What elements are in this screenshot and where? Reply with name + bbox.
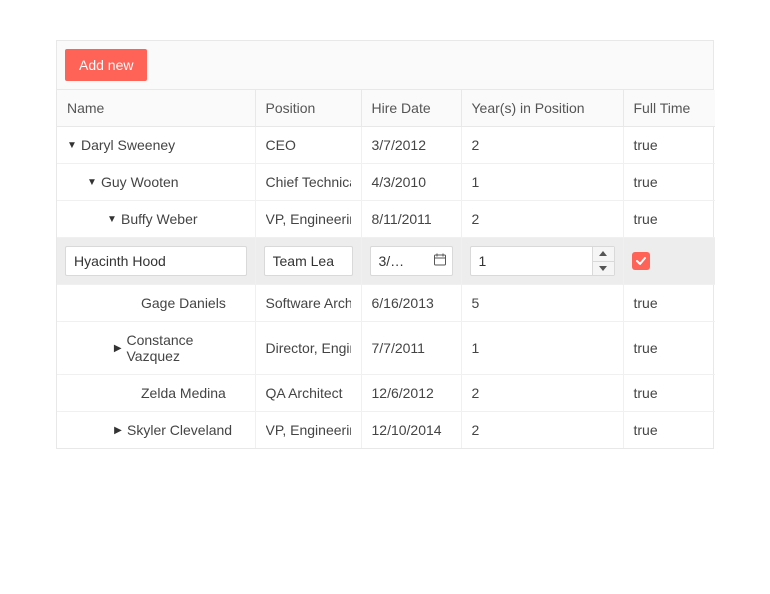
table-row[interactable]: ▼ Guy Wooten Chief Technical Officer 4/3/… xyxy=(57,164,715,201)
cell-hire-date: 12/10/2014 xyxy=(361,412,461,449)
cell-years: 5 xyxy=(461,285,623,322)
cell-years: 1 xyxy=(461,322,623,375)
collapse-icon[interactable]: ▼ xyxy=(67,140,77,151)
cell-full-time: true xyxy=(623,164,715,201)
cell-full-time: true xyxy=(623,285,715,322)
cell-name: Zelda Medina xyxy=(141,385,226,401)
cell-name: Guy Wooten xyxy=(101,174,179,190)
header-name[interactable]: Name xyxy=(57,90,255,127)
cell-name: Buffy Weber xyxy=(121,211,198,227)
cell-hire-date: 8/11/2011 xyxy=(361,201,461,238)
cell-full-time: true xyxy=(623,322,715,375)
cell-years: 1 xyxy=(461,164,623,201)
cell-years: 2 xyxy=(461,375,623,412)
cell-full-time: true xyxy=(623,127,715,164)
expand-icon[interactable]: ▶ xyxy=(113,343,123,354)
header-hire-date[interactable]: Hire Date xyxy=(361,90,461,127)
header-years[interactable]: Year(s) in Position xyxy=(461,90,623,127)
cell-name: Daryl Sweeney xyxy=(81,137,175,153)
table-row[interactable]: ▶ Constance Vazquez Director, Engineering… xyxy=(57,322,715,375)
header-position[interactable]: Position xyxy=(255,90,361,127)
edit-name-input[interactable] xyxy=(65,246,247,276)
cell-name: Constance Vazquez xyxy=(127,332,245,364)
edit-row xyxy=(57,238,715,285)
cell-position: QA Architect xyxy=(266,385,351,401)
edit-date-input[interactable] xyxy=(370,246,453,276)
cell-years: 2 xyxy=(461,201,623,238)
cell-name: Skyler Cleveland xyxy=(127,422,232,438)
cell-position: Director, Engineering xyxy=(266,340,351,356)
table-row[interactable]: Zelda Medina QA Architect 12/6/2012 2 tr… xyxy=(57,375,715,412)
cell-position: CEO xyxy=(266,137,351,153)
cell-hire-date: 12/6/2012 xyxy=(361,375,461,412)
cell-hire-date: 6/16/2013 xyxy=(361,285,461,322)
cell-name: Gage Daniels xyxy=(141,295,226,311)
cell-years: 2 xyxy=(461,127,623,164)
cell-hire-date: 7/7/2011 xyxy=(361,322,461,375)
edit-position-input[interactable] xyxy=(264,246,353,276)
expand-icon[interactable]: ▶ xyxy=(113,425,123,436)
header-row: Name Position Hire Date Year(s) in Posit… xyxy=(57,90,715,127)
cell-position: Chief Technical Officer xyxy=(266,174,351,190)
cell-hire-date: 3/7/2012 xyxy=(361,127,461,164)
cell-full-time: true xyxy=(623,375,715,412)
collapse-icon[interactable]: ▼ xyxy=(107,214,117,225)
tree-list-table: Name Position Hire Date Year(s) in Posit… xyxy=(57,90,715,448)
cell-years: 2 xyxy=(461,412,623,449)
toolbar: Add new xyxy=(57,41,713,90)
cell-full-time: true xyxy=(623,201,715,238)
cell-position: Software Architect xyxy=(266,295,351,311)
edit-fulltime-checkbox[interactable] xyxy=(632,252,650,270)
cell-position: VP, Engineering xyxy=(266,422,351,438)
header-full-time[interactable]: Full Time xyxy=(623,90,715,127)
cell-position: VP, Engineering xyxy=(266,211,351,227)
collapse-icon[interactable]: ▼ xyxy=(87,177,97,188)
table-row[interactable]: ▼ Buffy Weber VP, Engineering 8/11/2011 2… xyxy=(57,201,715,238)
tree-list-grid: Add new Name Position Hire Date Year(s) … xyxy=(56,40,714,449)
table-row[interactable]: ▶ Skyler Cleveland VP, Engineering 12/10/… xyxy=(57,412,715,449)
cell-full-time: true xyxy=(623,412,715,449)
spin-down-icon[interactable] xyxy=(593,262,614,276)
cell-hire-date: 4/3/2010 xyxy=(361,164,461,201)
table-row[interactable]: ▼ Daryl Sweeney CEO 3/7/2012 2 true xyxy=(57,127,715,164)
table-row[interactable]: Gage Daniels Software Architect 6/16/201… xyxy=(57,285,715,322)
add-new-button[interactable]: Add new xyxy=(65,49,147,81)
spin-up-icon[interactable] xyxy=(593,247,614,262)
spinner xyxy=(592,247,614,275)
